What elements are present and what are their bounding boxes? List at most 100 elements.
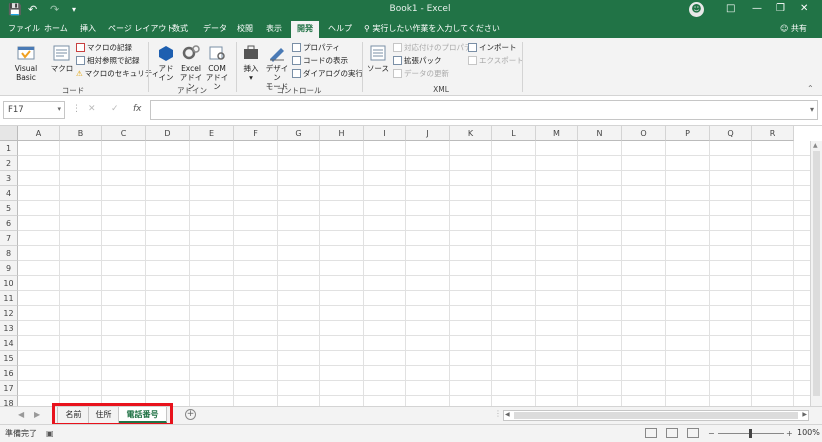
- macros-button[interactable]: マクロ: [50, 44, 74, 73]
- ribbon-display-icon[interactable]: □: [726, 3, 735, 14]
- row-header-11[interactable]: 11: [0, 291, 18, 306]
- column-header-f[interactable]: F: [234, 126, 278, 141]
- tab-page-layout[interactable]: ページ レイアウト: [108, 23, 174, 34]
- column-header-k[interactable]: K: [450, 126, 492, 141]
- splitter-icon[interactable]: ⋮: [494, 409, 502, 418]
- row-header-7[interactable]: 7: [0, 231, 18, 246]
- zoom-out-icon[interactable]: −: [708, 429, 715, 438]
- tab-formulas[interactable]: 数式: [172, 23, 188, 34]
- row-header-14[interactable]: 14: [0, 336, 18, 351]
- expansion-packs-button[interactable]: 拡張パック: [393, 55, 442, 66]
- tell-me-search[interactable]: ⚲ 実行したい作業を入力してください: [364, 23, 500, 34]
- row-header-5[interactable]: 5: [0, 201, 18, 216]
- view-code-button[interactable]: コードの表示: [292, 55, 348, 66]
- addins-button[interactable]: アド イン: [154, 44, 178, 82]
- scroll-tabs-left-icon[interactable]: ◀: [18, 410, 24, 419]
- row-header-6[interactable]: 6: [0, 216, 18, 231]
- user-avatar[interactable]: ☻: [689, 2, 704, 17]
- row-header-16[interactable]: 16: [0, 366, 18, 381]
- row-header-2[interactable]: 2: [0, 156, 18, 171]
- column-header-l[interactable]: L: [492, 126, 536, 141]
- import-button[interactable]: インポート: [468, 42, 517, 53]
- tab-review[interactable]: 校閲: [237, 23, 253, 34]
- row-header-17[interactable]: 17: [0, 381, 18, 396]
- column-header-o[interactable]: O: [622, 126, 666, 141]
- horizontal-scroll-thumb[interactable]: [514, 412, 798, 419]
- insert-control-button[interactable]: 挿入 ▾: [240, 44, 262, 82]
- macro-record-status-icon[interactable]: ▣: [46, 429, 54, 438]
- column-header-d[interactable]: D: [146, 126, 190, 141]
- row-header-4[interactable]: 4: [0, 186, 18, 201]
- column-header-n[interactable]: N: [578, 126, 622, 141]
- add-sheet-icon[interactable]: +: [185, 409, 196, 420]
- page-break-view-icon[interactable]: [687, 428, 699, 438]
- export-button[interactable]: エクスポート: [468, 55, 524, 66]
- column-header-b[interactable]: B: [60, 126, 102, 141]
- zoom-in-icon[interactable]: +: [786, 429, 793, 438]
- tab-data[interactable]: データ: [203, 23, 227, 34]
- tab-developer[interactable]: 開発: [291, 21, 319, 38]
- tab-home[interactable]: ホーム: [44, 23, 68, 34]
- select-all-corner[interactable]: [0, 126, 18, 141]
- row-header-12[interactable]: 12: [0, 306, 18, 321]
- scroll-tabs-right-icon[interactable]: ▶: [34, 410, 40, 419]
- column-header-c[interactable]: C: [102, 126, 146, 141]
- redo-icon[interactable]: ↷: [50, 3, 59, 16]
- save-icon[interactable]: 💾: [8, 3, 22, 16]
- formula-input[interactable]: [150, 100, 818, 120]
- macro-security-button[interactable]: ⚠ マクロのセキュリティ: [76, 68, 159, 79]
- share-button[interactable]: ☺ 共有: [780, 23, 807, 34]
- horizontal-scrollbar[interactable]: ◀ ▶: [503, 410, 809, 421]
- tab-view[interactable]: 表示: [266, 23, 282, 34]
- tab-file[interactable]: ファイル: [8, 23, 40, 34]
- name-box[interactable]: F17 ▾: [3, 101, 65, 119]
- minimize-icon[interactable]: —: [752, 3, 762, 14]
- map-properties-button[interactable]: 対応付けのプロパティ: [393, 42, 479, 53]
- splitter-icon[interactable]: ⋮: [72, 104, 81, 114]
- scroll-left-icon[interactable]: ◀: [505, 411, 510, 418]
- scroll-right-icon[interactable]: ▶: [802, 411, 807, 418]
- expand-formula-icon[interactable]: ▾: [810, 105, 814, 114]
- properties-button[interactable]: プロパティ: [292, 42, 340, 53]
- confirm-icon[interactable]: ✓: [111, 104, 119, 114]
- worksheet-grid[interactable]: ABCDEFGHIJKLMNOPQR 1 2 3 4 5 6 7 8 9 10 11 12 13 14 15…: [0, 126, 822, 406]
- cancel-icon[interactable]: ✕: [88, 104, 96, 114]
- row-header-1[interactable]: 1: [0, 141, 18, 156]
- row-header-18[interactable]: 18: [0, 396, 18, 406]
- insert-function-icon[interactable]: fx: [133, 104, 142, 114]
- visual-basic-button[interactable]: Visual Basic: [4, 44, 48, 82]
- column-header-q[interactable]: Q: [710, 126, 752, 141]
- record-macro-button[interactable]: マクロの記録: [76, 42, 132, 53]
- zoom-slider-thumb[interactable]: [749, 429, 752, 438]
- column-header-e[interactable]: E: [190, 126, 234, 141]
- run-dialog-button[interactable]: ダイアログの実行: [292, 68, 363, 79]
- scroll-up-icon[interactable]: ▲: [813, 142, 818, 149]
- vertical-scrollbar[interactable]: ▲: [810, 141, 822, 406]
- normal-view-icon[interactable]: [645, 428, 657, 438]
- restore-icon[interactable]: ❐: [776, 3, 785, 14]
- row-header-15[interactable]: 15: [0, 351, 18, 366]
- close-icon[interactable]: ✕: [800, 3, 808, 14]
- column-header-h[interactable]: H: [320, 126, 364, 141]
- vertical-scroll-thumb[interactable]: [813, 151, 820, 396]
- customize-qat-icon[interactable]: ▾: [72, 5, 76, 14]
- column-header-g[interactable]: G: [278, 126, 320, 141]
- row-header-9[interactable]: 9: [0, 261, 18, 276]
- design-mode-button[interactable]: デザイン モード: [263, 44, 291, 91]
- column-header-p[interactable]: P: [666, 126, 710, 141]
- collapse-ribbon-icon[interactable]: ⌃: [807, 84, 814, 93]
- row-header-3[interactable]: 3: [0, 171, 18, 186]
- row-header-8[interactable]: 8: [0, 246, 18, 261]
- relative-reference-button[interactable]: 相対参照で記録: [76, 55, 140, 66]
- com-addins-button[interactable]: COM アドイン: [204, 44, 230, 91]
- column-header-r[interactable]: R: [752, 126, 794, 141]
- excel-addins-button[interactable]: Excel アドイン: [178, 44, 204, 91]
- column-header-i[interactable]: I: [364, 126, 406, 141]
- row-header-10[interactable]: 10: [0, 276, 18, 291]
- column-header-a[interactable]: A: [18, 126, 60, 141]
- tab-insert[interactable]: 挿入: [80, 23, 96, 34]
- xml-source-button[interactable]: ソース: [366, 44, 390, 73]
- column-header-m[interactable]: M: [536, 126, 578, 141]
- refresh-data-button[interactable]: データの更新: [393, 68, 449, 79]
- undo-icon[interactable]: ↶: [28, 3, 37, 16]
